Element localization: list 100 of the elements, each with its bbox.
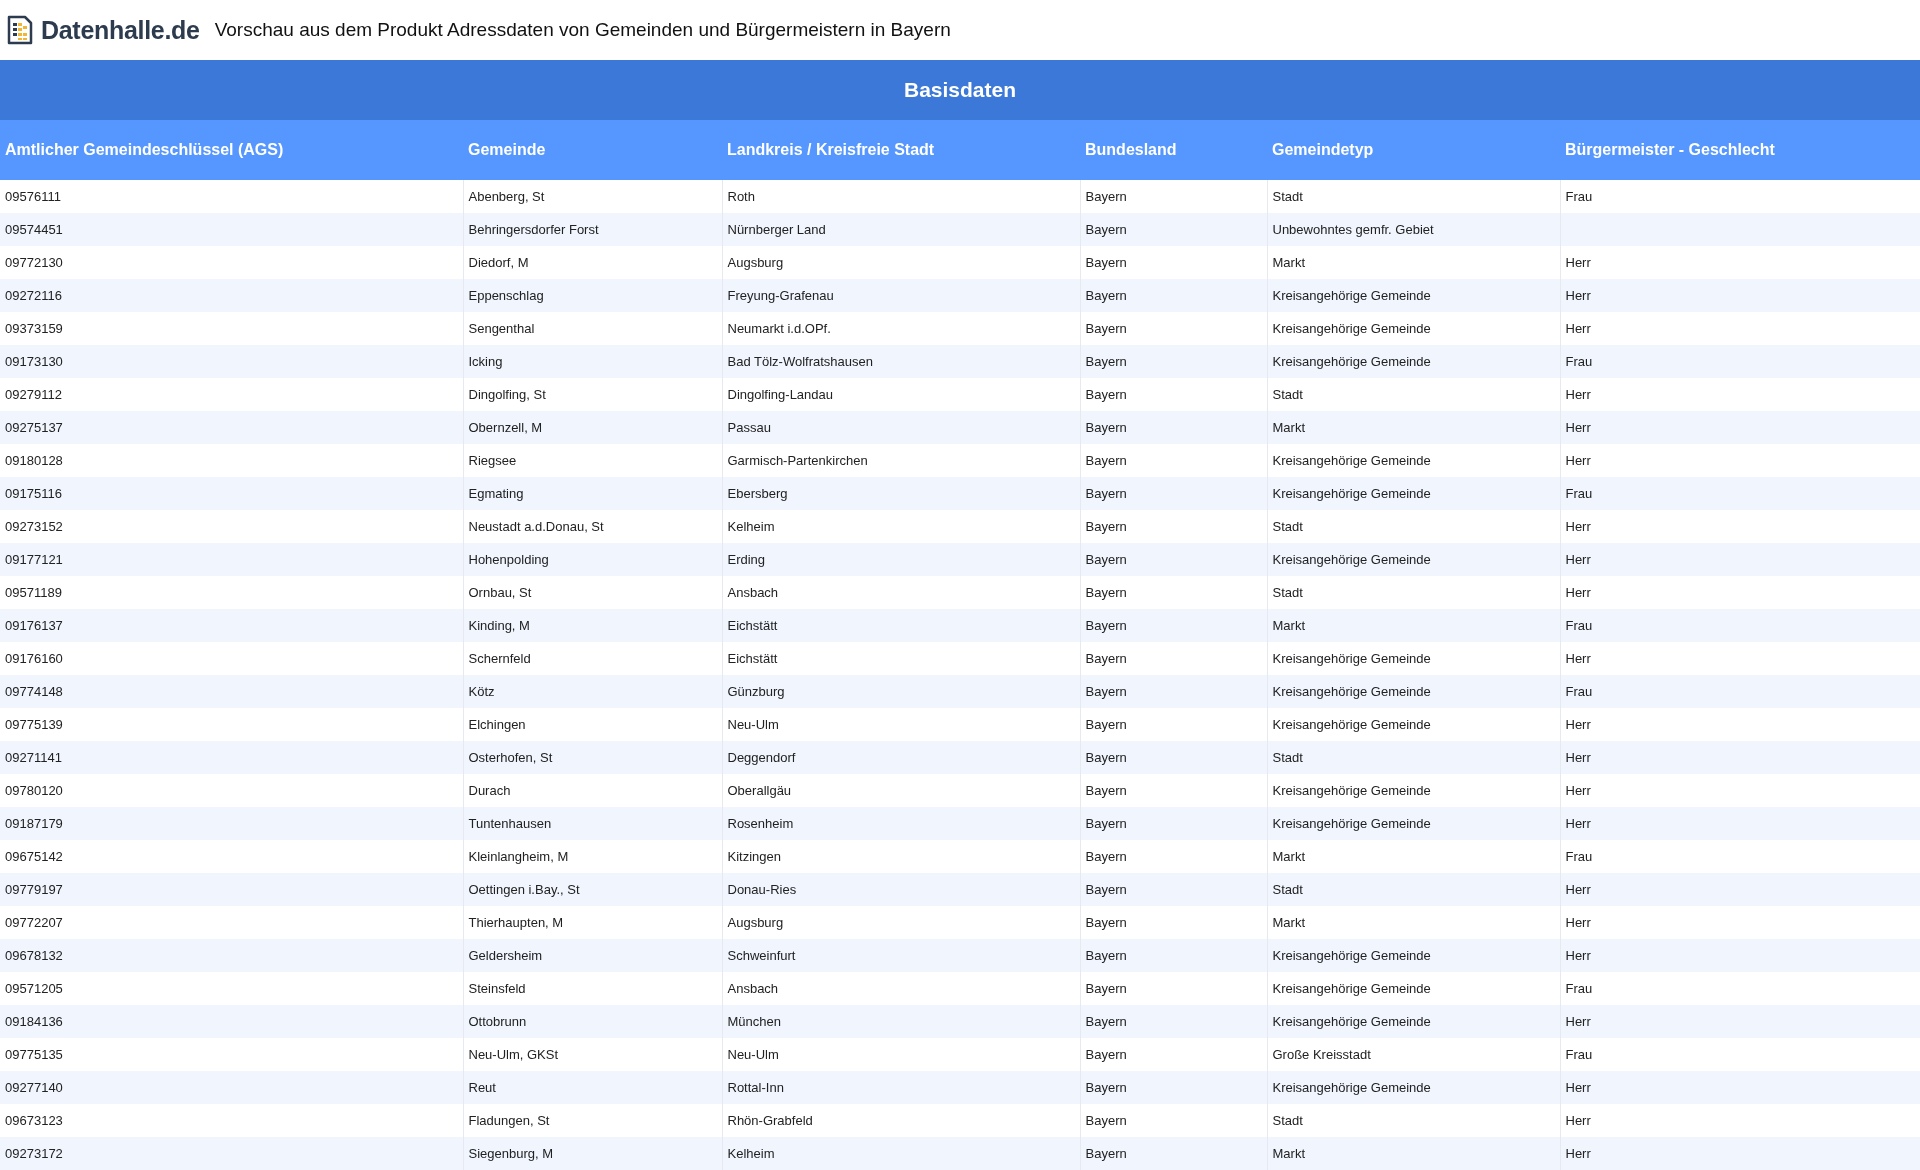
table-cell: Kreisangehörige Gemeinde	[1267, 279, 1560, 312]
table-cell: Freyung-Grafenau	[722, 279, 1080, 312]
table-cell: Bayern	[1080, 807, 1267, 840]
table-cell: 09277140	[0, 1071, 463, 1104]
table-cell: Kreisangehörige Gemeinde	[1267, 807, 1560, 840]
table-cell: Herr	[1560, 543, 1920, 576]
table-cell: Frau	[1560, 609, 1920, 642]
table-cell: Kötz	[463, 675, 722, 708]
table-cell: Kreisangehörige Gemeinde	[1267, 477, 1560, 510]
table-cell: Frau	[1560, 675, 1920, 708]
table-cell: 09779197	[0, 873, 463, 906]
table-cell: Bayern	[1080, 411, 1267, 444]
table-cell: 09275137	[0, 411, 463, 444]
table-cell: Kreisangehörige Gemeinde	[1267, 1071, 1560, 1104]
table-cell: Reut	[463, 1071, 722, 1104]
table-cell: Egmating	[463, 477, 722, 510]
table-cell: Herr	[1560, 939, 1920, 972]
table-cell: Tuntenhausen	[463, 807, 722, 840]
table-cell: Schweinfurt	[722, 939, 1080, 972]
table-cell: Bayern	[1080, 609, 1267, 642]
table-cell: 09673123	[0, 1104, 463, 1137]
table-cell: Herr	[1560, 279, 1920, 312]
table-cell: Herr	[1560, 1071, 1920, 1104]
table-cell: Hohenpolding	[463, 543, 722, 576]
table-cell: Obernzell, M	[463, 411, 722, 444]
table-cell: Bayern	[1080, 1005, 1267, 1038]
table-cell: Markt	[1267, 609, 1560, 642]
table-cell: 09571205	[0, 972, 463, 1005]
table-cell: 09184136	[0, 1005, 463, 1038]
table-cell: Kreisangehörige Gemeinde	[1267, 939, 1560, 972]
table-cell: 09780120	[0, 774, 463, 807]
table-cell: Bayern	[1080, 345, 1267, 378]
table-cell: Osterhofen, St	[463, 741, 722, 774]
table-cell: Unbewohntes gemfr. Gebiet	[1267, 213, 1560, 246]
table-cell: Kinding, M	[463, 609, 722, 642]
table-cell: Markt	[1267, 1137, 1560, 1170]
table-cell: 09173130	[0, 345, 463, 378]
table-cell: 09772207	[0, 906, 463, 939]
table-cell: Bayern	[1080, 873, 1267, 906]
column-header: Landkreis / Kreisfreie Stadt	[722, 120, 1080, 180]
table-cell: Bayern	[1080, 939, 1267, 972]
table-cell: Bayern	[1080, 741, 1267, 774]
table-cell: Eppenschlag	[463, 279, 722, 312]
table-cell: Rottal-Inn	[722, 1071, 1080, 1104]
table-cell: Ebersberg	[722, 477, 1080, 510]
table-cell: Eichstätt	[722, 609, 1080, 642]
table-cell: 09775135	[0, 1038, 463, 1071]
table-cell: Kreisangehörige Gemeinde	[1267, 543, 1560, 576]
table-cell: Herr	[1560, 1137, 1920, 1170]
table-cell: Bayern	[1080, 675, 1267, 708]
column-header: Gemeindetyp	[1267, 120, 1560, 180]
table-cell: 09176160	[0, 642, 463, 675]
table-cell: 09675142	[0, 840, 463, 873]
table-cell: 09678132	[0, 939, 463, 972]
table-cell: 09576111	[0, 180, 463, 213]
table-cell: 09279112	[0, 378, 463, 411]
table-cell: 09772130	[0, 246, 463, 279]
table-cell: Oettingen i.Bay., St	[463, 873, 722, 906]
table-cell: Herr	[1560, 807, 1920, 840]
table-cell: Kelheim	[722, 1137, 1080, 1170]
table-cell: Nürnberger Land	[722, 213, 1080, 246]
table-cell: Donau-Ries	[722, 873, 1080, 906]
table-cell: 09175116	[0, 477, 463, 510]
column-header: Bundesland	[1080, 120, 1267, 180]
table-cell: 09774148	[0, 675, 463, 708]
table-cell: Markt	[1267, 411, 1560, 444]
column-header: Gemeinde	[463, 120, 722, 180]
table-cell: Ottobrunn	[463, 1005, 722, 1038]
table-cell: 09574451	[0, 213, 463, 246]
table-cell: Kreisangehörige Gemeinde	[1267, 1005, 1560, 1038]
table-cell: Geldersheim	[463, 939, 722, 972]
table-cell: Herr	[1560, 1005, 1920, 1038]
column-header: Bürgermeister - Geschlecht	[1560, 120, 1920, 180]
table-cell: Herr	[1560, 741, 1920, 774]
table-cell: 09176137	[0, 609, 463, 642]
table-cell: Bayern	[1080, 279, 1267, 312]
table-cell: Bad Tölz-Wolfratshausen	[722, 345, 1080, 378]
section-banner: Basisdaten	[0, 60, 1920, 120]
table-cell: Kreisangehörige Gemeinde	[1267, 345, 1560, 378]
page-title: Vorschau aus dem Produkt Adressdaten von Gemeinden und Bürgermeistern in Bayern	[214, 19, 951, 41]
table-cell: Erding	[722, 543, 1080, 576]
table-cell: Frau	[1560, 345, 1920, 378]
table-cell: 09177121	[0, 543, 463, 576]
table-cell: Passau	[722, 411, 1080, 444]
table-cell: Bayern	[1080, 1137, 1267, 1170]
table-cell: Rosenheim	[722, 807, 1080, 840]
table-cell: Bayern	[1080, 213, 1267, 246]
table-cell: 09273172	[0, 1137, 463, 1170]
column-header: Amtlicher Gemeindeschlüssel (AGS)	[0, 120, 463, 180]
table-cell: 09180128	[0, 444, 463, 477]
table-cell: Günzburg	[722, 675, 1080, 708]
table-cell: 09187179	[0, 807, 463, 840]
table-cell: 09272116	[0, 279, 463, 312]
table-cell: Bayern	[1080, 543, 1267, 576]
table-cell: 09571189	[0, 576, 463, 609]
table-cell: 09775139	[0, 708, 463, 741]
logo-text[interactable]: Datenhalle.de	[41, 15, 200, 45]
table-cell: Herr	[1560, 411, 1920, 444]
table-cell: Stadt	[1267, 873, 1560, 906]
table-cell: 09373159	[0, 312, 463, 345]
